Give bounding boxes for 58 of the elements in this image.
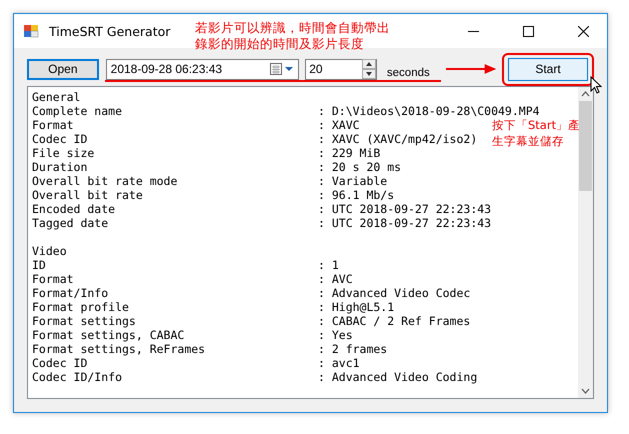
section-heading: Video	[32, 244, 68, 258]
info-value: : UTC 2018-09-27 22:23:43	[318, 216, 492, 230]
app-icon	[23, 23, 39, 39]
vertical-scrollbar[interactable]	[578, 87, 593, 398]
info-value: : D:\Videos\2018-09-28\C0049.MP4	[318, 104, 540, 118]
start-button[interactable]: Start	[508, 58, 588, 80]
info-value: : 229 MiB	[318, 146, 380, 160]
info-label: Tagged date	[32, 216, 110, 230]
info-value: : 1	[318, 258, 339, 272]
info-label: Overall bit rate	[32, 188, 144, 202]
spin-arrows-icon[interactable]	[362, 59, 376, 79]
arrow-annotation	[446, 64, 496, 74]
info-value: : XAVC	[318, 118, 360, 132]
info-label: Overall bit rate mode	[32, 174, 178, 188]
info-label: ID	[32, 258, 47, 272]
info-value: : High@L5.1	[318, 300, 394, 314]
info-value: : Variable	[318, 174, 388, 188]
scroll-thumb[interactable]	[579, 101, 592, 191]
close-icon[interactable]	[578, 26, 589, 36]
maximize-icon[interactable]	[523, 26, 534, 36]
info-label: Encoded date	[32, 202, 116, 216]
info-label: Format profile	[32, 300, 130, 314]
info-label: Format	[32, 118, 75, 132]
media-info-text-area[interactable]	[27, 86, 594, 399]
info-value: : avc1	[318, 356, 360, 370]
info-value: : Advanced Video Codec	[318, 286, 470, 300]
info-label: Codec ID/Info	[32, 370, 124, 384]
info-value: : 20 s 20 ms	[318, 160, 402, 174]
info-label: Codec ID	[32, 132, 88, 146]
seconds-spinner[interactable]: 20	[305, 58, 377, 80]
info-label: Format settings, CABAC	[32, 328, 186, 342]
info-value: : Yes	[318, 328, 353, 342]
open-button[interactable]: Open	[27, 58, 99, 80]
mouse-cursor-icon	[590, 76, 602, 94]
info-label: Format settings, ReFrames	[32, 342, 206, 356]
annotation-text: 按下「Start」產	[492, 117, 580, 133]
date-time-picker[interactable]: 2018-09-28 06:23:43	[106, 58, 300, 80]
annotation-text: 錄影的開始的時間及影片長度	[195, 36, 365, 52]
info-label: Format	[32, 272, 75, 286]
section-heading: General	[32, 90, 82, 104]
info-value: : CABAC / 2 Ref Frames	[318, 314, 470, 328]
info-value: : XAVC (XAVC/mp42/iso2)	[318, 132, 478, 146]
window-title: TimeSRT Generator	[49, 24, 170, 38]
info-value: : UTC 2018-09-27 22:23:43	[318, 202, 492, 216]
info-label: Format settings	[32, 314, 137, 328]
info-value: : Advanced Video Coding	[318, 370, 478, 384]
annotation-text: 若影片可以辨識，時間會自動帶出	[195, 20, 390, 36]
info-label: Format/Info	[32, 286, 110, 300]
calendar-dropdown-icon	[270, 63, 294, 75]
info-label: Duration	[32, 160, 88, 174]
info-value: : AVC	[318, 272, 353, 286]
seconds-label: seconds	[386, 67, 430, 79]
annotation-text: 生字幕並儲存	[492, 133, 565, 149]
info-value: : 2 frames	[318, 342, 388, 356]
info-label: Codec ID	[32, 356, 88, 370]
info-value: : 96.1 Mb/s	[318, 188, 394, 202]
info-label: Complete name	[32, 104, 124, 118]
info-label: File size	[32, 146, 96, 160]
